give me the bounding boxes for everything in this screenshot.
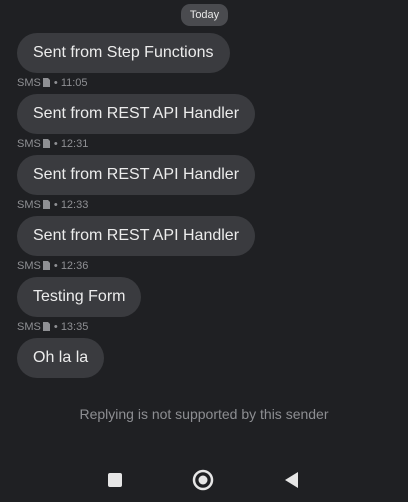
circle-home-icon — [192, 469, 214, 491]
system-navigation-bar — [0, 458, 408, 502]
message-bubble[interactable]: Testing Form — [17, 277, 142, 317]
triangle-back-icon — [285, 472, 298, 488]
sim-card-icon — [42, 139, 50, 148]
sim-card-icon — [42, 78, 50, 87]
message-item: Sent from Step Functions SMS • 11:05 — [17, 33, 387, 94]
home-button[interactable] — [191, 468, 215, 492]
sim-card-icon — [42, 322, 50, 331]
date-divider-chip: Today — [181, 4, 228, 26]
message-item: Oh la la — [17, 338, 387, 399]
message-item: Testing Form SMS • 13:35 — [17, 277, 387, 338]
message-bubble[interactable]: Oh la la — [17, 338, 105, 378]
message-bubble[interactable]: Sent from REST API Handler — [17, 94, 256, 134]
channel-label: SMS — [17, 260, 41, 272]
sim-card-icon — [42, 200, 50, 209]
message-meta: SMS • 12:33 — [17, 199, 89, 211]
message-meta: SMS • 12:31 — [17, 138, 89, 150]
message-bubble[interactable]: Sent from Step Functions — [17, 33, 230, 73]
square-recents-icon — [108, 473, 122, 487]
message-meta: SMS • 12:36 — [17, 260, 89, 272]
channel-label: SMS — [17, 77, 41, 89]
message-time: 12:31 — [60, 138, 89, 150]
message-time: 11:05 — [60, 77, 88, 89]
channel-label: SMS — [17, 321, 41, 333]
message-time: 12:33 — [60, 199, 89, 211]
message-time: 13:35 — [60, 321, 89, 333]
reply-not-supported-note: Replying is not supported by this sender — [79, 406, 329, 422]
channel-label: SMS — [17, 138, 41, 150]
message-time: 12:36 — [60, 260, 89, 272]
message-item: Sent from REST API Handler SMS • 12:31 — [17, 94, 387, 155]
message-bubble[interactable]: Sent from REST API Handler — [17, 216, 256, 256]
recents-button[interactable] — [103, 468, 127, 492]
channel-label: SMS — [17, 199, 41, 211]
back-button[interactable] — [280, 468, 304, 492]
message-meta: SMS • 13:35 — [17, 321, 89, 333]
message-meta: SMS • 11:05 — [17, 77, 88, 89]
message-item: Sent from REST API Handler SMS • 12:33 — [17, 155, 387, 216]
message-thread[interactable]: Sent from Step Functions SMS • 11:05 Sen… — [17, 33, 387, 399]
message-bubble[interactable]: Sent from REST API Handler — [17, 155, 256, 195]
message-item: Sent from REST API Handler SMS • 12:36 — [17, 216, 387, 277]
sim-card-icon — [42, 261, 50, 270]
